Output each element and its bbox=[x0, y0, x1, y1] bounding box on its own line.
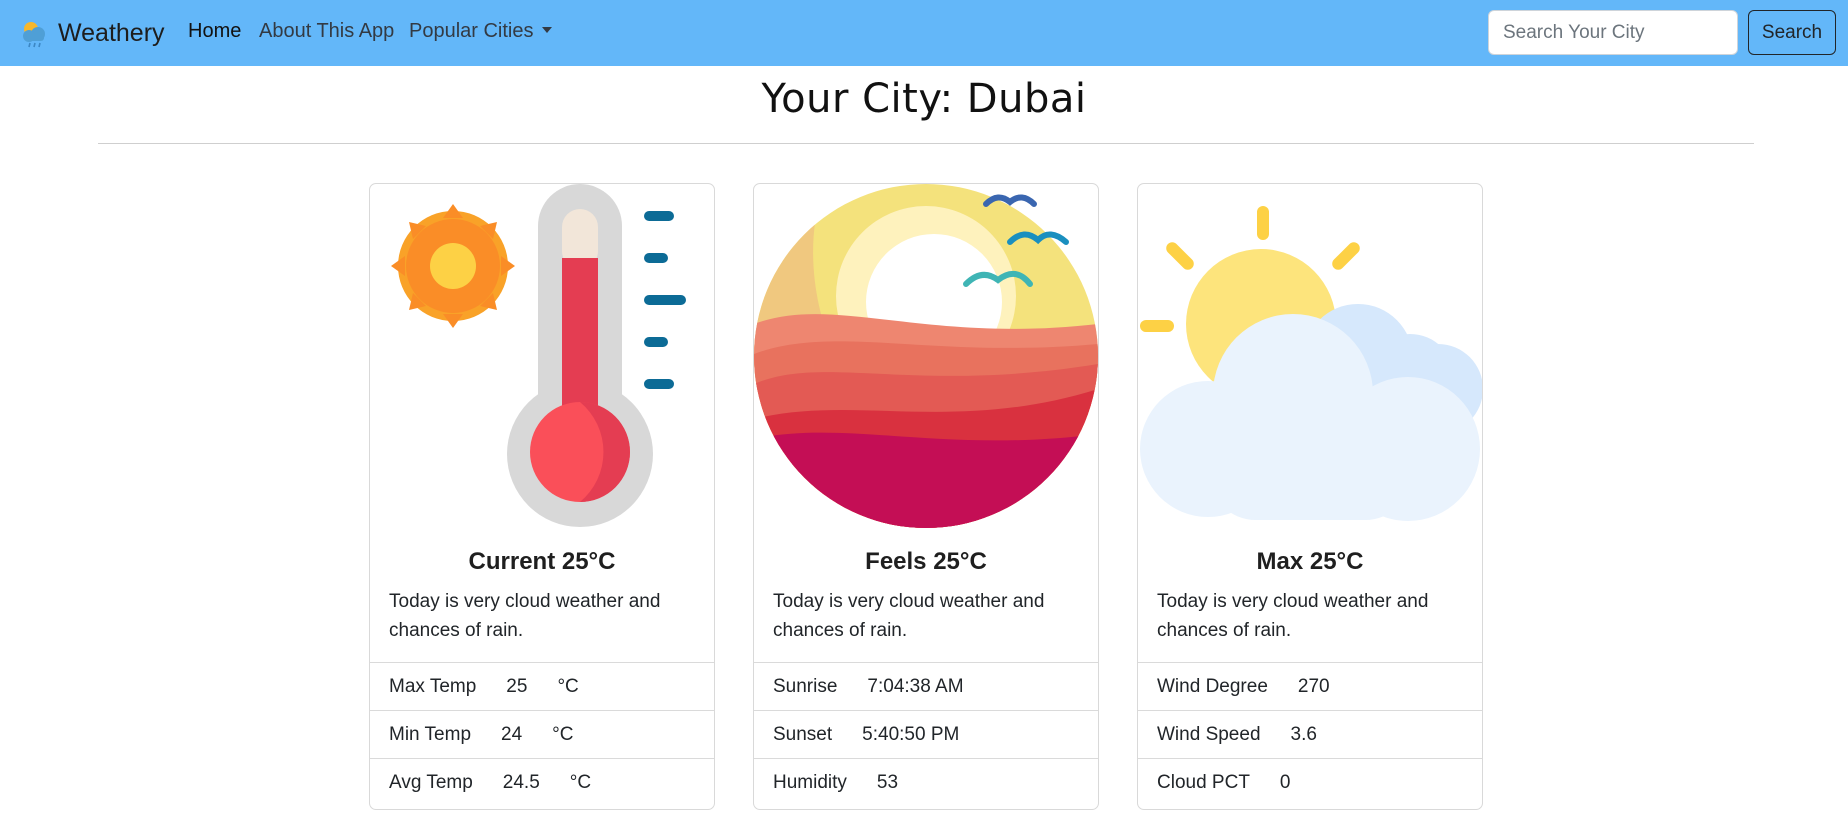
item-label: Min Temp bbox=[389, 723, 472, 745]
card-title: Max 25°C bbox=[1256, 548, 1364, 575]
brand-name: Weathery bbox=[58, 18, 165, 47]
item-unit: °C bbox=[557, 675, 579, 697]
item-label: Avg Temp bbox=[389, 771, 473, 793]
item-value: 270 bbox=[1297, 675, 1330, 697]
details-list: Wind Degree 270 Wind Speed 3.6 Cloud PCT 0 bbox=[1138, 662, 1482, 806]
item-label: Wind Degree bbox=[1157, 675, 1268, 697]
page-title: Your City: Dubai bbox=[761, 76, 1087, 122]
desert-sunset-icon bbox=[754, 184, 1098, 528]
thermometer-sun-icon bbox=[391, 184, 686, 527]
nav-popular-cities-label: Popular Cities bbox=[409, 20, 534, 42]
weather-logo-icon bbox=[23, 22, 45, 48]
navbar: Weathery Home About This App Popular Cit… bbox=[0, 0, 1848, 66]
list-item-max-temp: Max Temp 25 °C bbox=[370, 662, 714, 710]
list-item-humidity: Humidity 53 bbox=[754, 758, 1098, 806]
nav-home[interactable]: Home bbox=[188, 20, 241, 43]
item-value: 5:40:50 PM bbox=[862, 723, 960, 745]
details-list: Sunrise 7:04:38 AM Sunset 5:40:50 PM Humid… bbox=[754, 662, 1098, 806]
weather-card-feels: Feels 25°C Today is very cloud weather a… bbox=[753, 183, 1099, 810]
card-text: Today is very cloud weather and chances … bbox=[389, 591, 661, 641]
weather-card-max: Max 25°C Today is very cloud weather and… bbox=[1137, 183, 1483, 810]
search-button[interactable]: Search bbox=[1748, 10, 1836, 55]
item-label: Wind Speed bbox=[1157, 723, 1261, 745]
sun-cloud-icon bbox=[1140, 206, 1482, 521]
list-item-wind-speed: Wind Speed 3.6 bbox=[1138, 710, 1482, 758]
item-value: 0 bbox=[1279, 771, 1291, 793]
item-value: 3.6 bbox=[1290, 723, 1317, 745]
thermometer-shape bbox=[507, 184, 653, 527]
item-label: Sunset bbox=[773, 723, 833, 745]
item-value: 53 bbox=[876, 771, 899, 793]
item-value: 24 bbox=[501, 723, 523, 745]
item-value: 25 bbox=[506, 675, 528, 697]
list-item-cloud-pct: Cloud PCT 0 bbox=[1138, 758, 1482, 806]
list-item-min-temp: Min Temp 24 °C bbox=[370, 710, 714, 758]
nav-popular-cities[interactable]: Popular Cities bbox=[409, 20, 552, 43]
sun-icon bbox=[391, 204, 515, 328]
card-text: Today is very cloud weather and chances … bbox=[1157, 591, 1429, 641]
thermometer-ticks bbox=[644, 211, 686, 389]
item-value: 7:04:38 AM bbox=[867, 675, 964, 697]
item-unit: °C bbox=[552, 723, 574, 745]
list-item-sunset: Sunset 5:40:50 PM bbox=[754, 710, 1098, 758]
item-label: Humidity bbox=[773, 771, 847, 793]
weather-card-current: Current 25°C Today is very cloud weather… bbox=[369, 183, 715, 810]
card-text: Today is very cloud weather and chances … bbox=[773, 591, 1045, 641]
list-item-wind-degree: Wind Degree 270 bbox=[1138, 662, 1482, 710]
item-unit: °C bbox=[569, 771, 592, 793]
card-title: Current 25°C bbox=[468, 548, 616, 575]
card-title: Feels 25°C bbox=[865, 548, 987, 575]
divider bbox=[98, 143, 1754, 144]
nav-about[interactable]: About This App bbox=[259, 20, 394, 43]
item-label: Sunrise bbox=[773, 675, 838, 697]
details-list: Max Temp 25 °C Min Temp 24 °C Avg Temp 24.5 °C bbox=[370, 662, 714, 806]
brand-link[interactable]: Weathery bbox=[18, 14, 165, 52]
list-item-sunrise: Sunrise 7:04:38 AM bbox=[754, 662, 1098, 710]
item-value: 24.5 bbox=[502, 771, 540, 793]
chevron-down-icon bbox=[541, 27, 552, 33]
search-input[interactable] bbox=[1488, 10, 1738, 55]
list-item-avg-temp: Avg Temp 24.5 °C bbox=[370, 758, 714, 806]
item-label: Max Temp bbox=[389, 675, 477, 697]
item-label: Cloud PCT bbox=[1157, 771, 1250, 793]
